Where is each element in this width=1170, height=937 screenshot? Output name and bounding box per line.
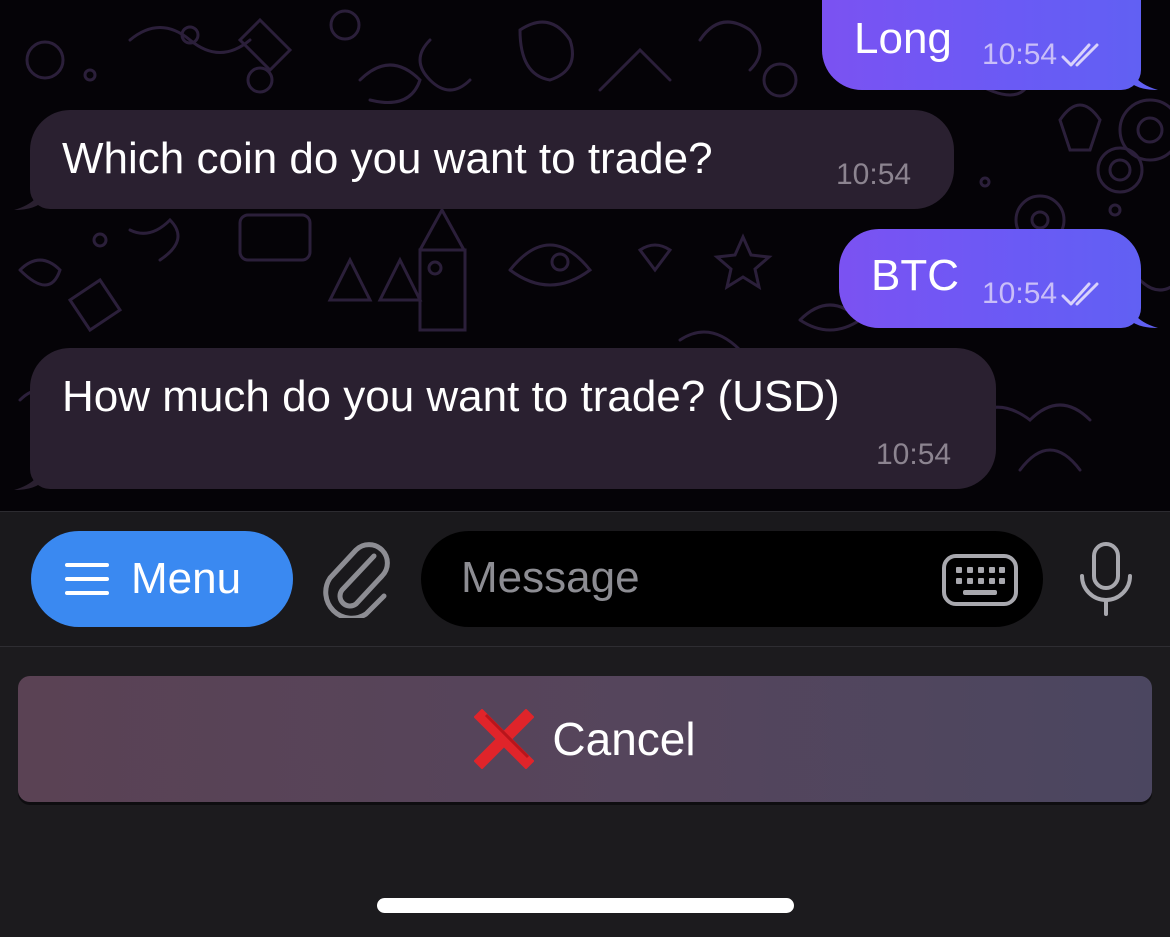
bubble-tail bbox=[14, 460, 44, 490]
cancel-label: Cancel bbox=[552, 713, 696, 765]
bubble-tail bbox=[1128, 298, 1158, 328]
message-meta: 10:54 bbox=[982, 38, 1105, 72]
message-time: 10:54 bbox=[836, 158, 912, 191]
microphone-icon[interactable] bbox=[1076, 542, 1136, 618]
chat-area[interactable]: Long 10:54 Which coin do you want to tra… bbox=[0, 0, 1170, 511]
incoming-message[interactable]: How much do you want to trade? (USD) 10:… bbox=[30, 348, 996, 489]
double-check-icon bbox=[1061, 43, 1099, 67]
message-time: 10:54 bbox=[982, 38, 1058, 71]
message-time: 10:54 bbox=[876, 438, 952, 471]
menu-label: Menu bbox=[131, 554, 242, 603]
cross-mark-icon bbox=[474, 709, 535, 769]
reply-keyboard: Cancel bbox=[0, 647, 1170, 937]
message-text: How much do you want to trade? (USD) bbox=[62, 372, 840, 421]
outgoing-message[interactable]: BTC 10:54 bbox=[839, 229, 1141, 328]
bubble-tail bbox=[14, 180, 44, 210]
bubble-tail bbox=[1128, 60, 1158, 90]
input-bar: Menu Message bbox=[0, 511, 1170, 647]
message-input[interactable]: Message bbox=[421, 531, 1043, 627]
keyboard-icon[interactable] bbox=[941, 553, 1019, 607]
home-indicator[interactable] bbox=[377, 898, 794, 913]
paperclip-icon[interactable] bbox=[322, 542, 392, 618]
message-placeholder: Message bbox=[461, 553, 640, 602]
incoming-message[interactable]: Which coin do you want to trade? 10:54 bbox=[30, 110, 954, 209]
message-text: Which coin do you want to trade? bbox=[62, 134, 713, 183]
message-text: Long bbox=[854, 14, 952, 63]
double-check-icon bbox=[1061, 282, 1099, 306]
menu-button[interactable]: Menu bbox=[31, 531, 293, 627]
cancel-button[interactable]: Cancel bbox=[18, 676, 1152, 802]
outgoing-message[interactable]: Long 10:54 bbox=[822, 0, 1141, 90]
message-text: BTC bbox=[871, 251, 959, 300]
message-meta: 10:54 bbox=[982, 277, 1105, 311]
message-time: 10:54 bbox=[982, 277, 1058, 310]
menu-icon bbox=[65, 563, 109, 595]
